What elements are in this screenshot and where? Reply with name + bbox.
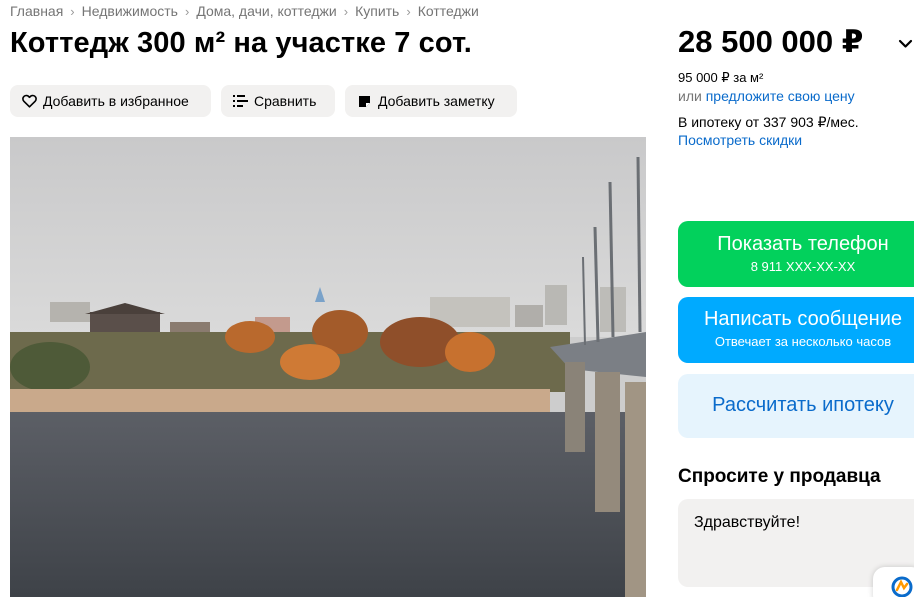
write-message-label: Написать сообщение [703,308,902,330]
write-message-button[interactable]: Написать сообщение Отвечает за несколько… [678,297,914,363]
breadcrumb-buy[interactable]: Купить [355,3,399,19]
chat-icon [891,576,913,597]
offer-or-text: или [678,88,702,104]
chevron-right-icon: › [184,3,190,19]
heart-icon [21,93,37,109]
compare-button[interactable]: Сравнить [221,85,335,117]
breadcrumb-realty[interactable]: Недвижимость [82,3,178,19]
chat-widget-button[interactable] [873,567,914,597]
page-title: Коттедж 300 м² на участке 7 сот. [10,27,472,59]
show-phone-button[interactable]: Показать телефон 8 911 XXX-XX-XX [678,221,914,287]
breadcrumb-houses[interactable]: Дома, дачи, коттеджи [196,3,336,19]
reply-time: Отвечает за несколько часов [714,334,892,349]
ask-seller-message: Здравствуйте! [694,514,801,531]
listing-actions: Добавить в избранное Сравнить Добавить з… [10,85,517,117]
add-to-favorites-button[interactable]: Добавить в избранное [10,85,211,117]
offer-line: или предложите свою цену [678,88,855,104]
chevron-down-icon[interactable] [897,35,914,52]
calculate-mortgage-label: Рассчитать ипотеку [712,394,894,416]
price-per-m2: 95 000 ₽ за м² [678,70,764,85]
chevron-right-icon: › [343,3,349,19]
breadcrumb-home[interactable]: Главная [10,3,63,19]
show-phone-label: Показать телефон [717,233,889,255]
breadcrumb: Главная › Недвижимость › Дома, дачи, кот… [10,3,479,19]
calculate-mortgage-button[interactable]: Рассчитать ипотеку [678,374,914,438]
view-discounts-link[interactable]: Посмотреть скидки [678,132,802,148]
price: 28 500 000 ₽ [678,24,864,59]
listing-photo[interactable] [10,137,646,597]
add-to-favorites-label: Добавить в избранное [43,93,189,109]
compare-label: Сравнить [254,93,317,109]
add-note-button[interactable]: Добавить заметку [345,85,517,117]
chevron-right-icon: › [406,3,411,19]
phone-number: 8 911 XXX-XX-XX [750,259,856,274]
breadcrumb-cottages[interactable]: Коттеджи [418,3,479,19]
compare-icon [232,93,248,109]
ask-seller-title: Спросите у продавца [678,466,881,487]
mortgage-monthly: В ипотеку от 337 903 ₽/мес. [678,114,859,130]
offer-price-link[interactable]: предложите свою цену [706,88,855,104]
add-note-label: Добавить заметку [378,93,495,109]
chevron-right-icon: › [70,3,75,19]
note-icon [356,93,372,109]
